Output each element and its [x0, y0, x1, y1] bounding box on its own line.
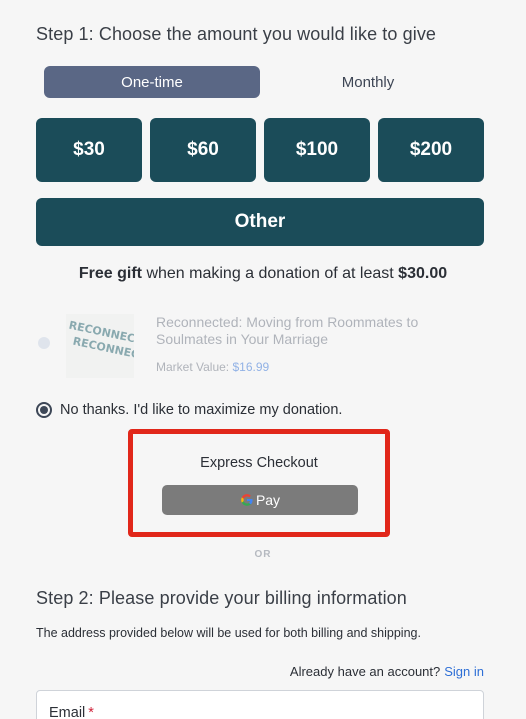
gift-market-value: Market Value: $16.99 — [156, 360, 269, 374]
no-thanks-label: No thanks. I'd like to maximize my donat… — [60, 402, 343, 418]
google-pay-label: Pay — [255, 492, 281, 508]
step2-title: Step 2: Please provide your billing info… — [36, 588, 407, 608]
gift-radio[interactable] — [38, 337, 50, 349]
amount-200-button[interactable]: $200 — [378, 118, 484, 182]
free-gift-notice: Free gift when making a donation of at l… — [0, 265, 526, 283]
amount-100-button[interactable]: $100 — [264, 118, 370, 182]
email-label: Email * — [49, 705, 94, 719]
email-field[interactable]: Email * — [36, 690, 484, 719]
required-marker: * — [88, 705, 94, 719]
free-gift-text: when making a donation of at least — [142, 265, 399, 282]
one-time-toggle[interactable]: One-time — [44, 66, 260, 98]
step1-title: Step 1: Choose the amount you would like… — [36, 24, 437, 44]
express-checkout-title: Express Checkout — [200, 455, 318, 471]
account-prompt-text: Already have an account? — [289, 664, 441, 679]
google-g-icon — [240, 493, 254, 507]
billing-note: The address provided below will be used … — [36, 626, 421, 640]
sign-in-link[interactable]: Sign in — [444, 664, 484, 679]
other-amount-button[interactable]: Other — [36, 198, 484, 246]
amount-options: $30 $60 $100 $200 — [36, 118, 484, 182]
book-cover-image: RECONNECTED RECONNECTED — [66, 314, 134, 378]
gift-title: Reconnected: Moving from Roommates to So… — [156, 314, 419, 347]
free-gift-amount: $30.00 — [398, 265, 448, 282]
gift-option[interactable]: RECONNECTED RECONNECTED Reconnected: Mov… — [36, 310, 484, 382]
free-gift-label: Free gift — [78, 265, 142, 282]
frequency-toggle: One-time Monthly — [44, 66, 476, 98]
or-divider: OR — [254, 549, 272, 560]
express-checkout-highlight: Express Checkout Pay — [128, 429, 390, 537]
monthly-toggle[interactable]: Monthly — [260, 66, 476, 98]
amount-30-button[interactable]: $30 — [36, 118, 142, 182]
amount-60-button[interactable]: $60 — [150, 118, 256, 182]
market-value-label: Market Value: — [156, 360, 230, 374]
account-prompt: Already have an account? Sign in — [290, 664, 484, 679]
email-label-text: Email — [49, 705, 86, 719]
market-value-price: $16.99 — [232, 360, 270, 374]
google-pay-button[interactable]: Pay — [162, 485, 358, 515]
no-thanks-radio[interactable] — [36, 402, 52, 418]
no-thanks-option[interactable]: No thanks. I'd like to maximize my donat… — [36, 400, 342, 420]
